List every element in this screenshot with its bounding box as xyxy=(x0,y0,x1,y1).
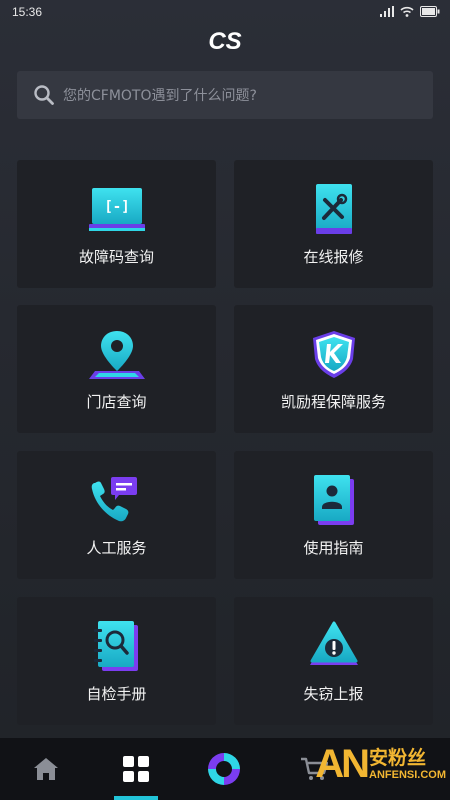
tile-self-check[interactable]: 自检手册 xyxy=(17,597,216,725)
tile-theft-report[interactable]: 失窃上报 xyxy=(234,597,433,725)
tile-error-code[interactable]: [-] 故障码查询 xyxy=(17,160,216,288)
phone-chat-icon xyxy=(91,477,137,522)
tile-online-repair[interactable]: 在线报修 xyxy=(234,160,433,288)
self-check-notebook-icon xyxy=(93,621,138,671)
watermark-letters: AN xyxy=(315,742,370,786)
logo-text: CS xyxy=(208,28,241,54)
watermark-logo: AN 安粉丝 ANFENSI.COM xyxy=(315,744,446,784)
signal-icon xyxy=(380,6,394,17)
nav-home[interactable] xyxy=(14,738,78,800)
search-bar[interactable]: 您的CFMOTO遇到了什么问题? xyxy=(17,71,433,119)
warning-triangle-icon xyxy=(309,621,358,665)
status-time: 15:36 xyxy=(12,5,43,19)
tile-label: 人工服务 xyxy=(86,539,147,557)
nav-grid[interactable] xyxy=(104,738,168,800)
nav-brand[interactable] xyxy=(192,738,256,800)
k-shield-icon xyxy=(312,331,355,378)
home-icon xyxy=(34,758,58,780)
nav-active-indicator xyxy=(114,796,158,800)
tile-human-service[interactable]: 人工服务 xyxy=(17,451,216,579)
svg-text:[-]: [-] xyxy=(104,199,129,215)
search-input[interactable]: 您的CFMOTO遇到了什么问题? xyxy=(63,85,257,105)
search-icon xyxy=(34,85,54,105)
tile-label: 使用指南 xyxy=(303,539,364,557)
tile-store-search[interactable]: 门店查询 xyxy=(17,305,216,433)
error-code-monitor-icon: [-] xyxy=(88,188,145,231)
brand-swirl-icon xyxy=(208,753,240,785)
tile-user-guide[interactable]: 使用指南 xyxy=(234,451,433,579)
tile-label: 在线报修 xyxy=(303,248,364,266)
status-icons xyxy=(380,6,440,17)
watermark-chinese: 安粉丝 xyxy=(369,747,427,769)
cs-logo: CS xyxy=(208,28,241,54)
wifi-icon xyxy=(400,6,414,17)
tile-label: 门店查询 xyxy=(86,393,147,411)
grid-icon xyxy=(123,756,149,782)
watermark-english: ANFENSI.COM xyxy=(369,769,446,781)
app-screen: 15:36 CS 您的CFMOTO遇到了什么问题? [-] 故障码查询 在线报修… xyxy=(0,0,450,800)
battery-icon xyxy=(420,6,440,17)
repair-tools-icon xyxy=(315,184,352,234)
tile-k-service[interactable]: 凯励程保障服务 xyxy=(234,305,433,433)
status-bar: 15:36 xyxy=(0,0,450,26)
tile-label: 凯励程保障服务 xyxy=(280,393,386,411)
tile-label: 自检手册 xyxy=(86,685,147,703)
tile-label: 失窃上报 xyxy=(303,685,364,703)
user-guide-book-icon xyxy=(313,475,354,525)
store-location-pin-icon xyxy=(88,331,145,379)
app-logo: CS xyxy=(0,24,450,58)
tile-label: 故障码查询 xyxy=(78,248,154,266)
